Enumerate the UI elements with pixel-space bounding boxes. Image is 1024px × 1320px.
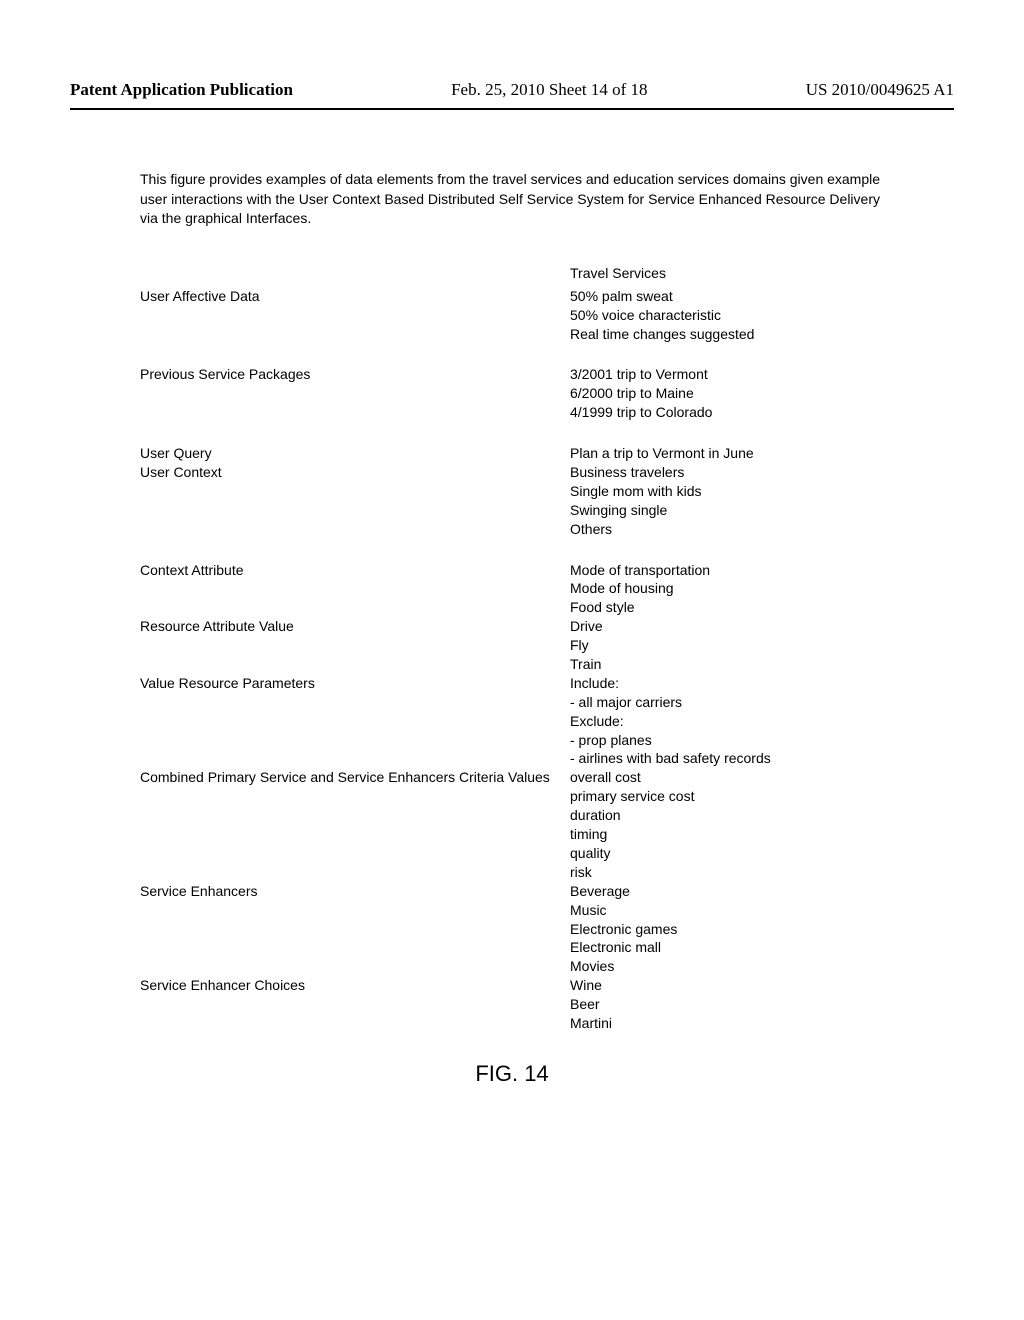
row-value: Mode of transportation [570,561,954,580]
row-value: Mode of housing [570,579,954,598]
row-value: Electronic mall [570,938,954,957]
figure-label: FIG. 14 [70,1061,954,1087]
row-value: primary service cost [570,787,954,806]
row-values: 50% palm sweat50% voice characteristicRe… [570,287,954,344]
row-values: WineBeerMartini [570,976,954,1033]
row-values: Business travelersSingle mom with kidsSw… [570,463,954,539]
gap [140,539,954,561]
gap [140,422,954,444]
page: Patent Application Publication Feb. 25, … [0,0,1024,1127]
row-values: Mode of transportationMode of housingFoo… [570,561,954,618]
row-value: Wine [570,976,954,995]
data-row: User ContextBusiness travelersSingle mom… [140,463,954,539]
gap [140,343,954,365]
row-value: overall cost [570,768,954,787]
row-value: Martini [570,1014,954,1033]
row-value: Train [570,655,954,674]
row-values: DriveFlyTrain [570,617,954,674]
row-value: 50% palm sweat [570,287,954,306]
row-value: 4/1999 trip to Colorado [570,403,954,422]
row-label: Service Enhancer Choices [140,976,570,1033]
row-values: BeverageMusicElectronic gamesElectronic … [570,882,954,976]
row-values: 3/2001 trip to Vermont6/2000 trip to Mai… [570,365,954,422]
data-row: User Affective Data50% palm sweat50% voi… [140,287,954,344]
intro-text: This figure provides examples of data el… [140,170,894,229]
row-value: timing [570,825,954,844]
row-value: Beer [570,995,954,1014]
row-label: User Affective Data [140,287,570,344]
header-center: Feb. 25, 2010 Sheet 14 of 18 [451,80,647,100]
row-values: overall costprimary service costduration… [570,768,954,881]
row-label: Combined Primary Service and Service Enh… [140,768,570,881]
row-value: Food style [570,598,954,617]
row-value: duration [570,806,954,825]
row-value: 6/2000 trip to Maine [570,384,954,403]
data-row: User QueryPlan a trip to Vermont in June [140,444,954,463]
row-value: Drive [570,617,954,636]
data-row: Resource Attribute ValueDriveFlyTrain [140,617,954,674]
row-value: - airlines with bad safety records [570,749,954,768]
row-value: Electronic games [570,920,954,939]
row-value: - all major carriers [570,693,954,712]
data-row: Service EnhancersBeverageMusicElectronic… [140,882,954,976]
row-value: 3/2001 trip to Vermont [570,365,954,384]
row-value: Real time changes suggested [570,325,954,344]
data-row: Context AttributeMode of transportationM… [140,561,954,618]
row-value: Exclude: [570,712,954,731]
row-label: Context Attribute [140,561,570,618]
row-label: Service Enhancers [140,882,570,976]
column-header-travel: Travel Services [570,265,954,281]
page-header: Patent Application Publication Feb. 25, … [70,80,954,110]
row-values: Include:- all major carriersExclude:- pr… [570,674,954,768]
data-row: Service Enhancer ChoicesWineBeerMartini [140,976,954,1033]
data-row: Value Resource ParametersInclude:- all m… [140,674,954,768]
data-row: Previous Service Packages3/2001 trip to … [140,365,954,422]
row-value: Music [570,901,954,920]
row-label: User Context [140,463,570,539]
row-value: quality [570,844,954,863]
header-right: US 2010/0049625 A1 [806,80,954,100]
row-value: 50% voice characteristic [570,306,954,325]
row-value: Beverage [570,882,954,901]
content-table: User Affective Data50% palm sweat50% voi… [140,287,954,1033]
row-value: Movies [570,957,954,976]
header-left: Patent Application Publication [70,80,293,100]
row-label: Previous Service Packages [140,365,570,422]
row-value: - prop planes [570,731,954,750]
row-value: risk [570,863,954,882]
row-value: Others [570,520,954,539]
row-value: Include: [570,674,954,693]
row-value: Business travelers [570,463,954,482]
row-value: Swinging single [570,501,954,520]
row-values: Plan a trip to Vermont in June [570,444,954,463]
data-row: Combined Primary Service and Service Enh… [140,768,954,881]
row-label: Value Resource Parameters [140,674,570,768]
row-value: Plan a trip to Vermont in June [570,444,954,463]
row-label: Resource Attribute Value [140,617,570,674]
row-value: Fly [570,636,954,655]
row-label: User Query [140,444,570,463]
row-value: Single mom with kids [570,482,954,501]
